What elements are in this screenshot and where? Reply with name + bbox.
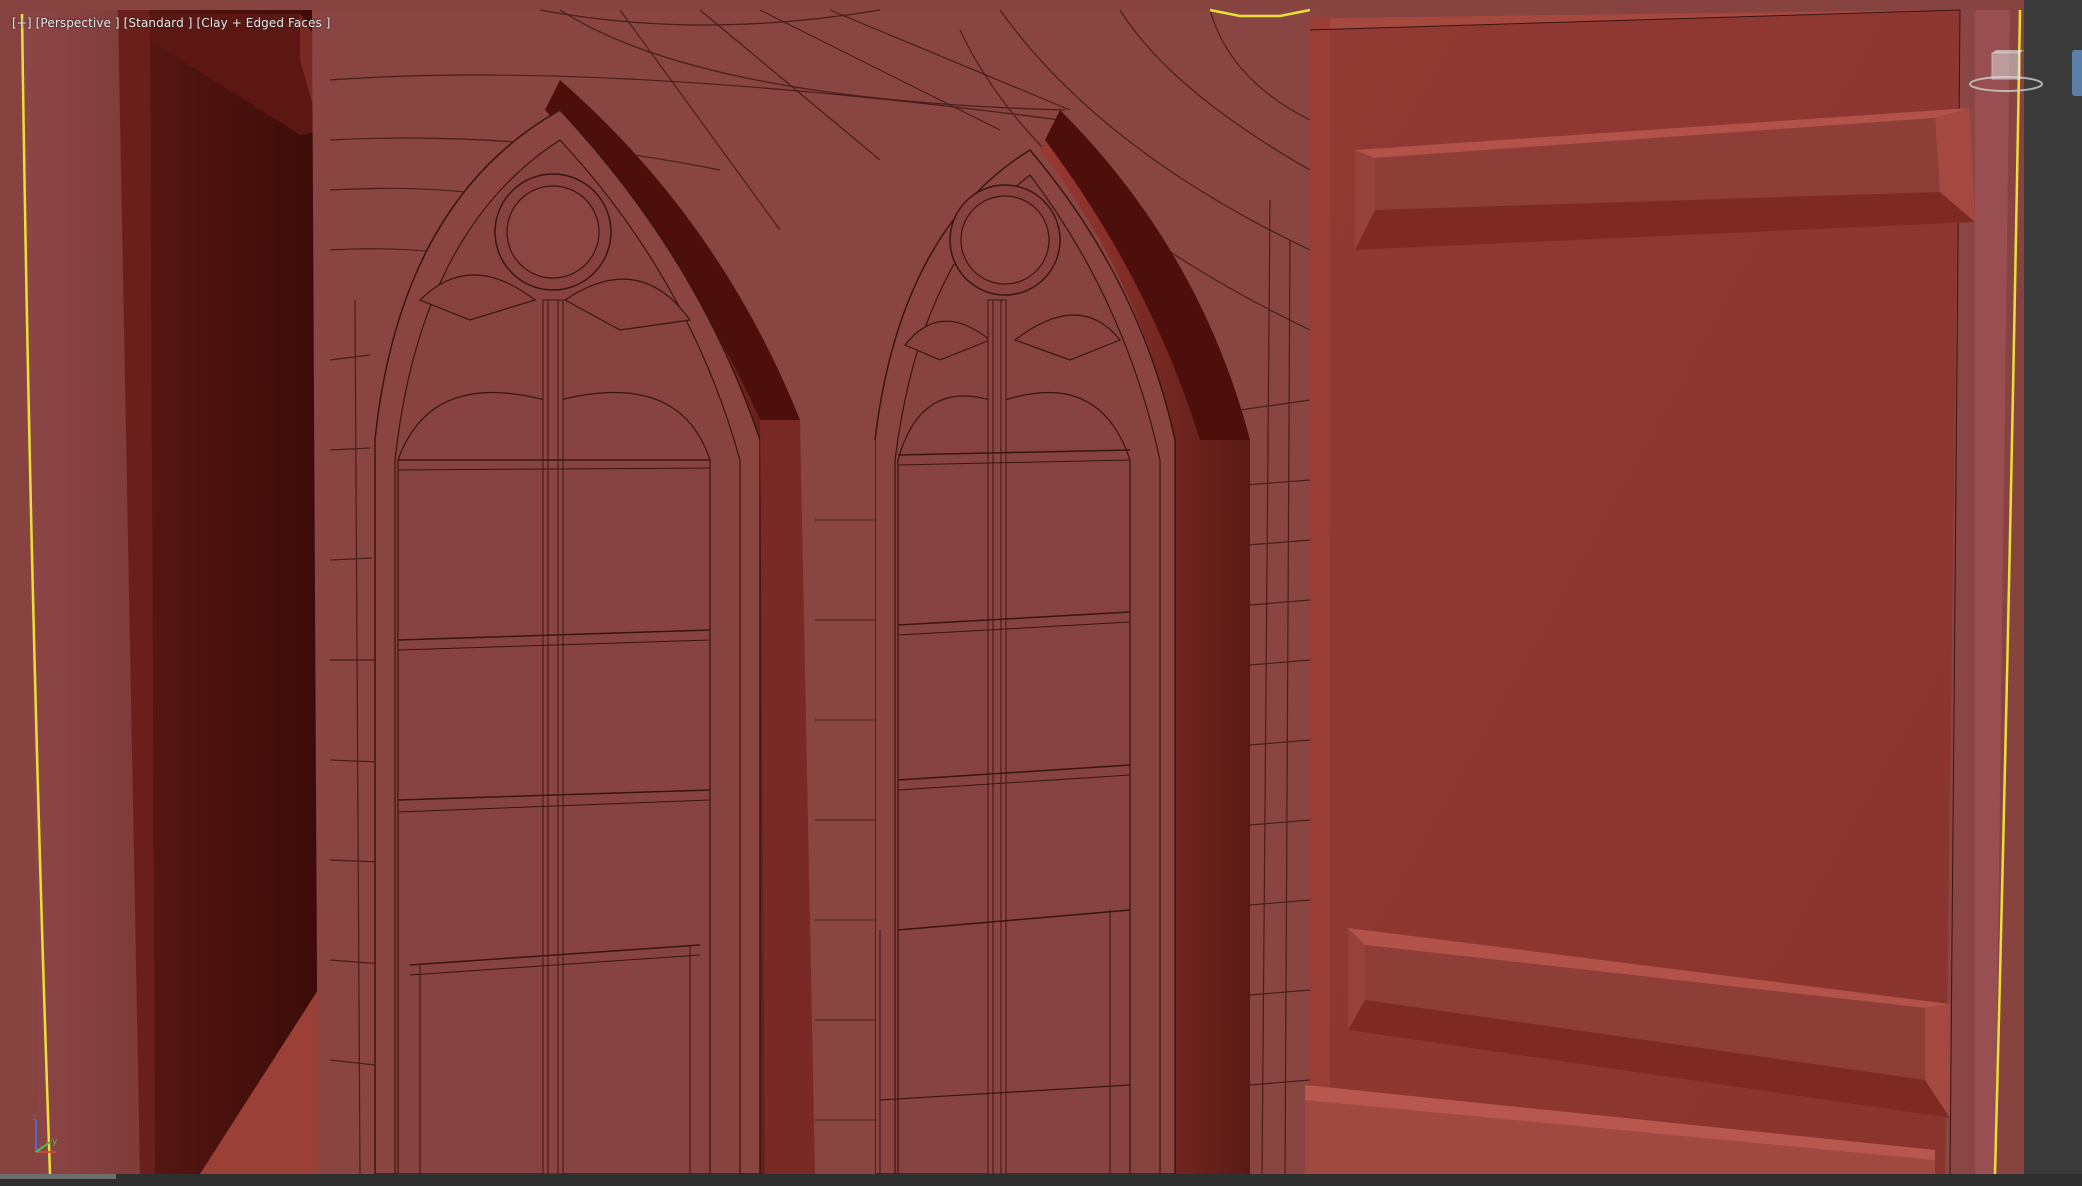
scene-render[interactable] bbox=[0, 0, 2082, 1186]
right-wall-panel bbox=[1305, 9, 2010, 1175]
viewport-right-gutter bbox=[2024, 0, 2082, 1186]
axis-tripod-icon: z y bbox=[32, 1113, 58, 1153]
viewport-bottom-edge bbox=[0, 1174, 2082, 1186]
svg-text:y: y bbox=[52, 1137, 58, 1147]
side-panel-tab[interactable] bbox=[2072, 50, 2082, 96]
viewport-shading-preset-menu[interactable]: [Standard ] bbox=[124, 16, 193, 30]
view-cube-icon[interactable] bbox=[1966, 50, 2046, 94]
viewport-general-menu[interactable]: [+] bbox=[12, 16, 32, 30]
perspective-viewport[interactable]: [+] [Perspective ] [Standard ] [Clay + E… bbox=[0, 0, 2082, 1186]
viewport-label-menu[interactable]: [+] [Perspective ] [Standard ] [Clay + E… bbox=[12, 16, 331, 30]
time-slider-indicator[interactable] bbox=[0, 1174, 116, 1179]
viewport-display-mode-menu[interactable]: [Clay + Edged Faces ] bbox=[196, 16, 330, 30]
svg-text:z: z bbox=[32, 1113, 37, 1123]
viewport-point-of-view-menu[interactable]: [Perspective ] bbox=[36, 16, 120, 30]
